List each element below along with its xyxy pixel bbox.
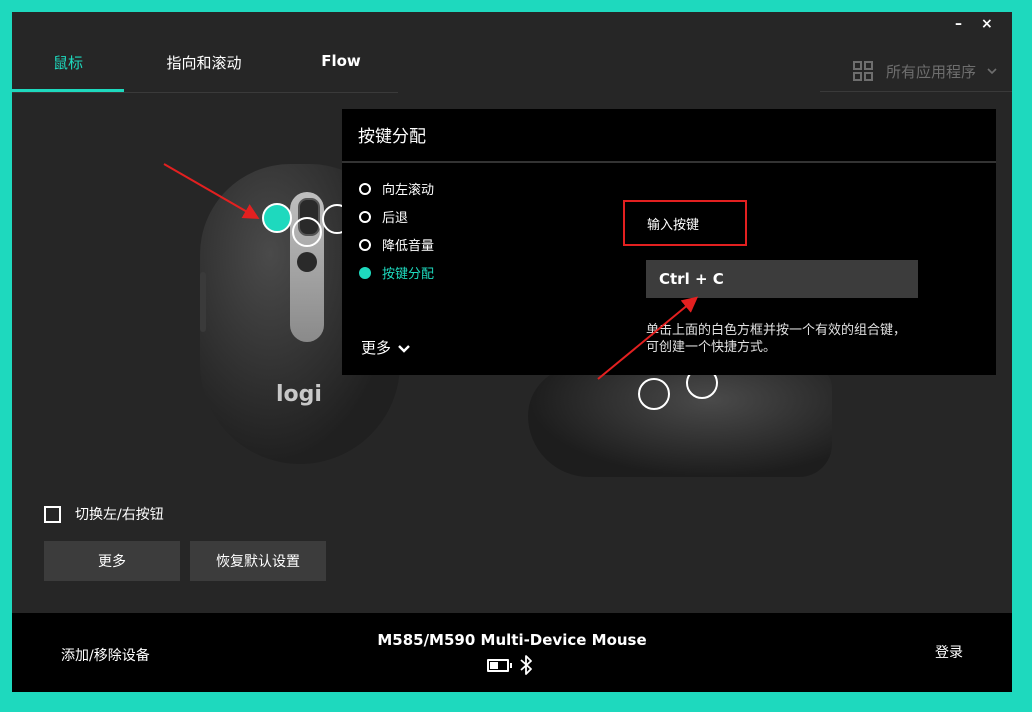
footer-bar: 添加/移除设备 M585/M590 Multi-Device Mouse 登录 <box>12 613 1012 692</box>
minimize-button[interactable]: – <box>955 16 962 32</box>
swap-buttons-checkbox[interactable]: 切换左/右按钮 <box>44 504 164 524</box>
panel-divider <box>342 161 996 163</box>
more-button[interactable]: 更多 <box>44 541 180 581</box>
panel-title: 按键分配 <box>358 127 426 147</box>
device-name: M585/M590 Multi-Device Mouse <box>377 631 647 649</box>
hotspot-wheel[interactable] <box>292 217 322 247</box>
logi-logo: logi <box>276 382 322 407</box>
option-scroll-left[interactable]: 向左滚动 <box>359 179 434 198</box>
tab-mouse[interactable]: 鼠标 <box>12 52 124 92</box>
grid-icon <box>852 61 873 81</box>
checkbox-icon <box>44 505 61 523</box>
mouse-mid-button <box>297 252 317 272</box>
option-keystroke-assignment[interactable]: 按键分配 <box>359 263 434 282</box>
tab-point-scroll[interactable]: 指向和滚动 <box>142 52 266 92</box>
hotspot-back-button[interactable] <box>638 378 670 410</box>
active-tab-indicator <box>12 89 124 92</box>
mouse-side-button <box>200 272 206 332</box>
mouse-side-view <box>528 367 832 477</box>
panel-more-button[interactable]: 更多 <box>361 337 411 358</box>
close-button[interactable]: × <box>981 16 993 32</box>
hotspot-tilt-left[interactable] <box>262 203 292 233</box>
chevron-down-icon <box>398 344 410 353</box>
option-back[interactable]: 后退 <box>359 207 408 226</box>
bluetooth-icon <box>520 655 532 675</box>
battery-icon <box>487 659 512 672</box>
app-window: – × 鼠标 指向和滚动 Flow 所有应用程序 logi 按键分配 向左滚动 … <box>12 12 1012 692</box>
restore-defaults-button[interactable]: 恢复默认设置 <box>190 541 326 581</box>
tab-flow[interactable]: Flow <box>302 52 380 92</box>
radio-icon <box>359 182 371 195</box>
all-apps-selector[interactable]: 所有应用程序 <box>852 60 998 82</box>
all-apps-label: 所有应用程序 <box>885 62 976 81</box>
key-input-label: 输入按键 <box>623 200 747 246</box>
button-assignment-panel: 按键分配 向左滚动 后退 降低音量 按键分配 更多 输入按键 Ctrl + C … <box>342 109 996 375</box>
login-link[interactable]: 登录 <box>935 642 963 662</box>
mouse-button-strip <box>290 192 324 342</box>
chevron-down-icon <box>987 68 997 75</box>
option-volume-down[interactable]: 降低音量 <box>359 235 434 254</box>
radio-icon <box>359 210 371 223</box>
radio-icon <box>359 238 371 251</box>
keystroke-input[interactable]: Ctrl + C <box>646 260 918 298</box>
tab-bar: 鼠标 指向和滚动 Flow <box>12 52 398 93</box>
radio-selected-icon <box>359 266 371 279</box>
keystroke-hint: 单击上面的白色方框并按一个有效的组合键，可创建一个快捷方式。 <box>646 323 907 355</box>
apps-divider <box>820 91 1012 92</box>
